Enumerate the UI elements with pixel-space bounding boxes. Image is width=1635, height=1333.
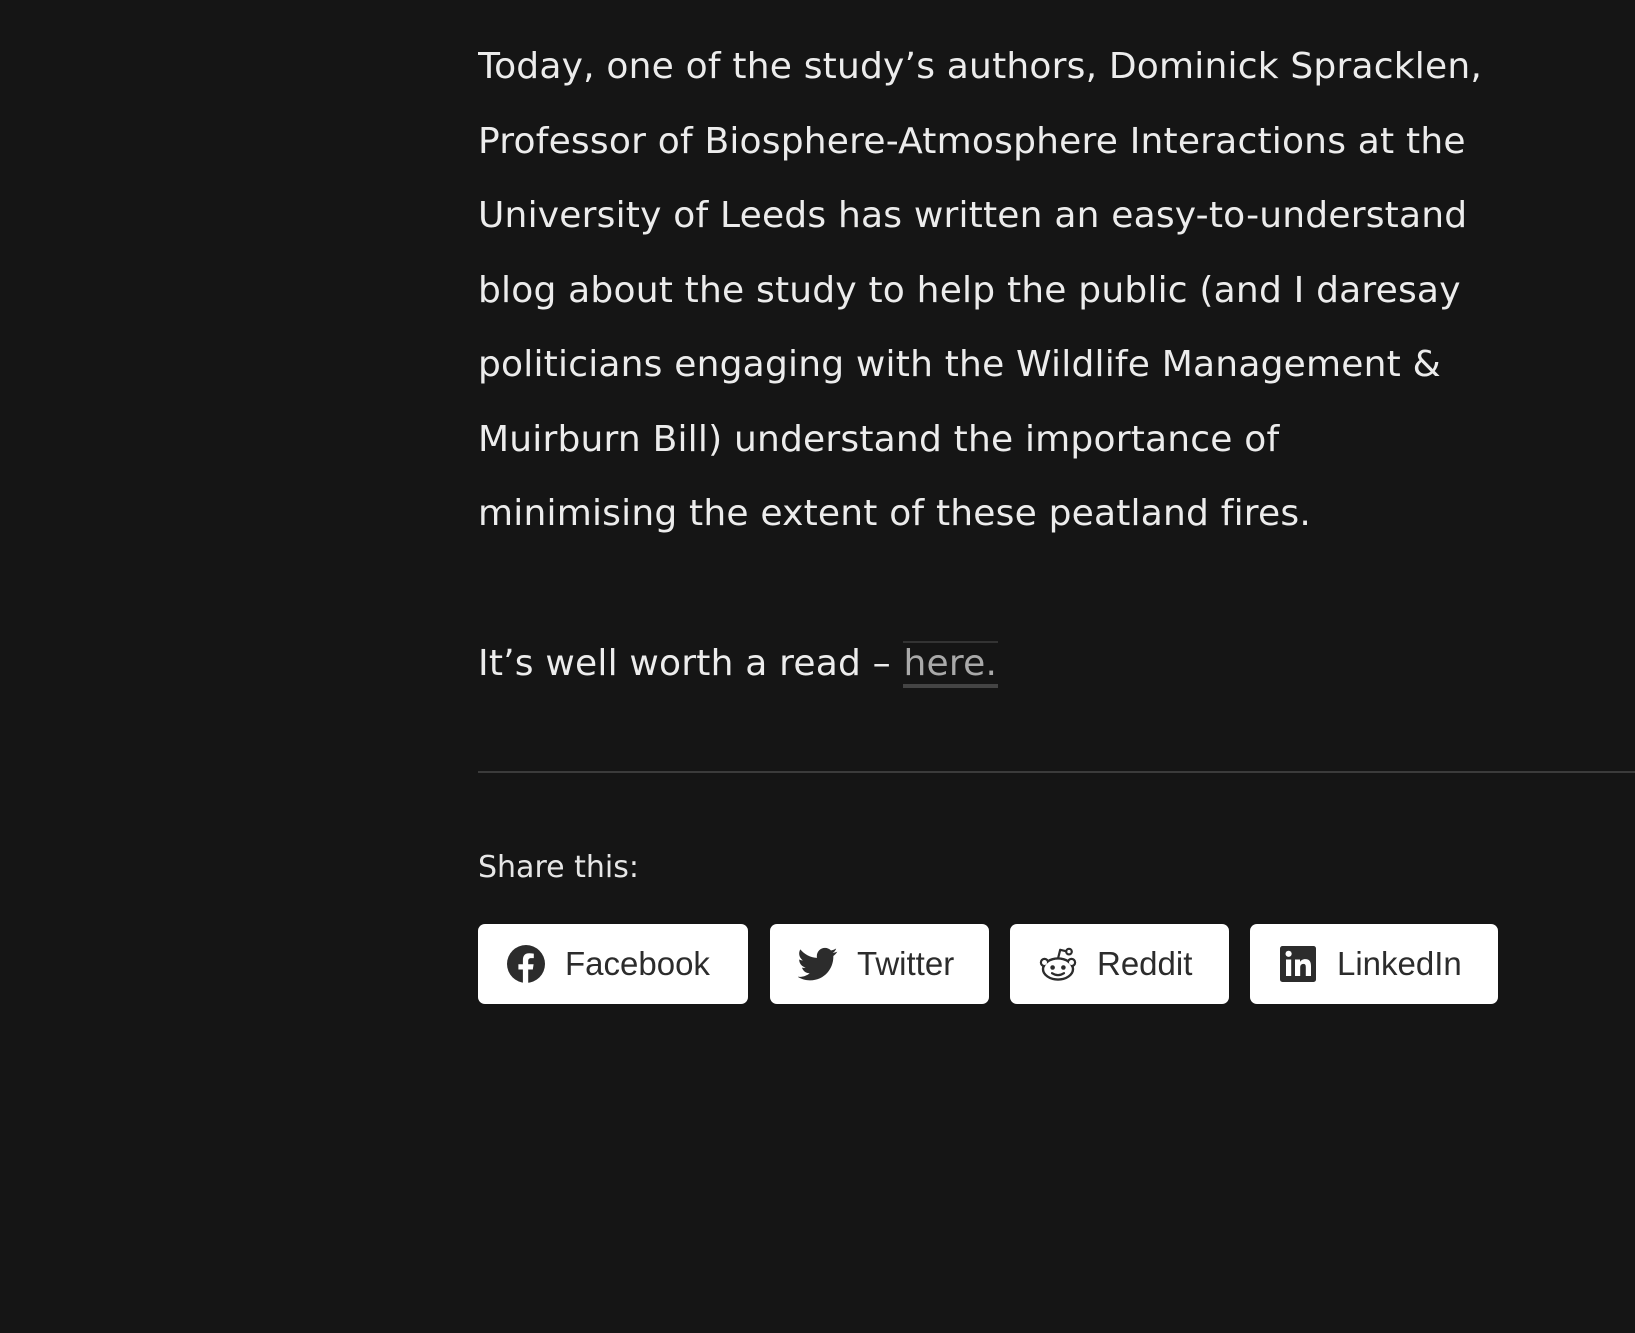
share-facebook-button[interactable]: Facebook [478, 924, 748, 1004]
share-linkedin-label: LinkedIn [1337, 945, 1462, 982]
share-heading: Share this: [478, 850, 639, 885]
paragraph-line: minimising the extent of these peatland … [478, 493, 1311, 534]
facebook-icon [506, 944, 546, 984]
read-more-text: It’s well worth a read – [478, 642, 903, 684]
paragraph-line: blog about the study to help the public … [478, 269, 1461, 311]
share-facebook-label: Facebook [565, 945, 710, 982]
paragraph-line: Today, one of the study’s authors, Domin… [478, 46, 1482, 87]
twitter-icon [798, 944, 838, 984]
article-body: Today, one of the study’s authors, Domin… [478, 30, 1635, 701]
paragraph-intro: Today, one of the study’s authors, Domin… [478, 30, 1635, 552]
paragraph-line: politicians engaging with the Wildlife M… [478, 344, 1441, 385]
paragraph-line: University of Leeds has written an easy-… [478, 195, 1468, 236]
section-divider [478, 771, 1635, 773]
paragraph-read-more: It’s well worth a read – here. [478, 627, 1635, 702]
share-linkedin-button[interactable]: LinkedIn [1250, 924, 1498, 1004]
read-more-link[interactable]: here. [902, 640, 999, 688]
share-reddit-label: Reddit [1097, 945, 1193, 982]
share-twitter-label: Twitter [857, 945, 955, 982]
paragraph-line: Professor of Biosphere-Atmosphere Intera… [478, 120, 1466, 162]
linkedin-icon [1278, 944, 1318, 984]
share-reddit-button[interactable]: Reddit [1010, 924, 1229, 1004]
paragraph-line: Muirburn Bill) understand the importance… [478, 418, 1280, 460]
share-twitter-button[interactable]: Twitter [770, 924, 989, 1004]
reddit-icon [1038, 944, 1078, 984]
